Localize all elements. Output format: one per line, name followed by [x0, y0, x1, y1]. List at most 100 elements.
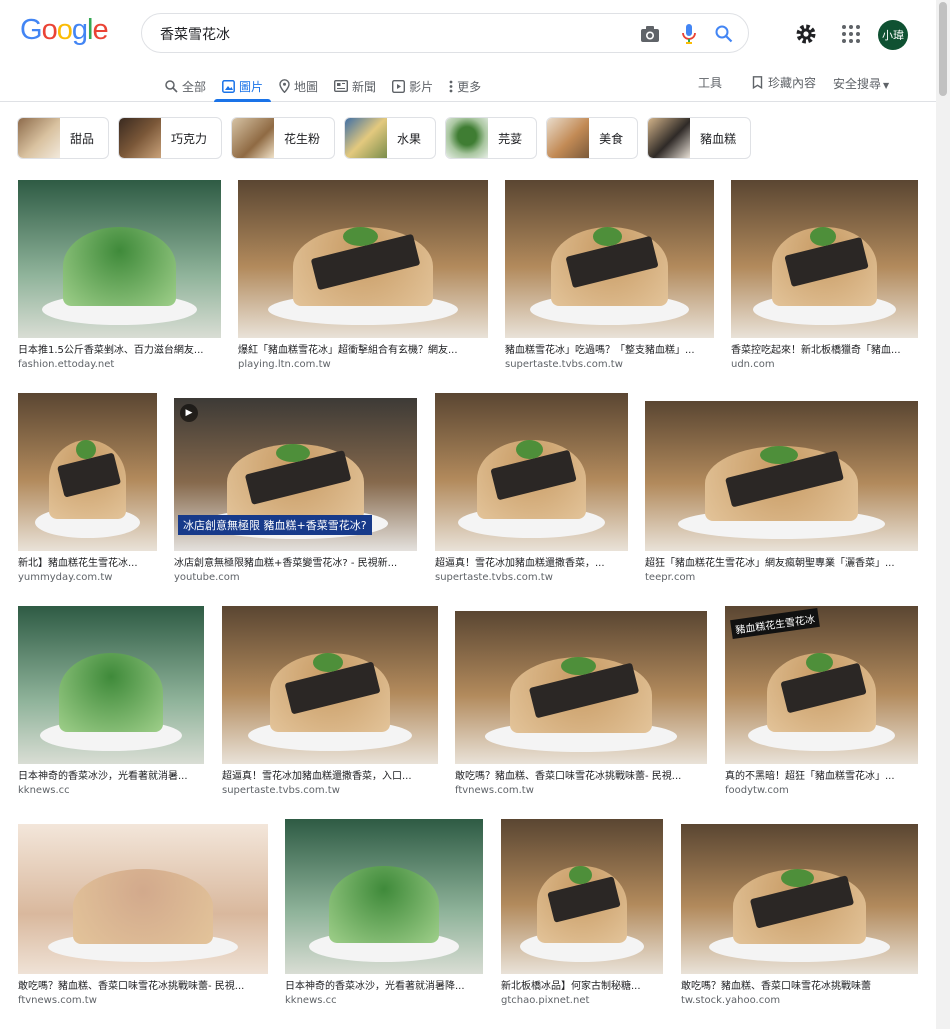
result-thumbnail[interactable] [681, 824, 918, 974]
result-source[interactable]: supertaste.tvbs.com.tw [222, 784, 438, 798]
result-caption[interactable]: 敢吃嗎？豬血糕、香菜口味雪花冰挑戰味蕾- 民視... [455, 770, 707, 784]
safe-search-button[interactable]: 安全搜尋 ▼ [833, 75, 889, 92]
result-thumbnail[interactable] [18, 824, 268, 974]
result-source[interactable]: kknews.cc [285, 994, 483, 1008]
image-result-card[interactable]: 豬血糕雪花冰」吃過嗎？「整支豬血糕」... supertaste.tvbs.com… [505, 180, 714, 372]
result-source[interactable]: supertaste.tvbs.com.tw [505, 358, 714, 372]
result-caption[interactable]: 超狂「豬血糕花生雪花冰」網友瘋朝聖專業「灑香菜」... [645, 557, 918, 571]
image-result-card[interactable]: 日本推1.5公斤香菜剉冰、百力滋台網友... fashion.ettoday.ne… [18, 180, 221, 372]
safe-search-label: 安全搜尋 [833, 77, 882, 91]
image-result-card[interactable]: 新北板橋冰品】何家古制秘糖... gtchao.pixnet.net [501, 819, 663, 1008]
scrollbar-thumb[interactable] [939, 2, 947, 96]
cilantro-leaf-shape [569, 865, 592, 885]
camera-icon[interactable] [639, 23, 661, 45]
result-source[interactable]: yummyday.com.tw [18, 571, 157, 585]
result-source[interactable]: gtchao.pixnet.net [501, 994, 663, 1008]
chip-thumbnail [232, 118, 275, 158]
result-thumbnail[interactable] [18, 393, 157, 551]
search-icon[interactable] [713, 23, 735, 45]
search-input[interactable] [160, 23, 630, 45]
result-caption[interactable]: 超逼真！雪花冰加豬血糕還撒香菜，... [435, 557, 628, 571]
result-thumbnail[interactable] [18, 180, 221, 338]
cilantro-leaf-shape [759, 446, 798, 464]
apps-grid-icon[interactable] [841, 24, 861, 44]
logo-letter: G [20, 14, 43, 46]
settings-gear-icon[interactable] [795, 23, 817, 45]
tab-images[interactable]: 圖片 [214, 70, 272, 102]
chip[interactable]: 水果 [344, 117, 437, 159]
tab-all[interactable]: 全部 [157, 70, 214, 102]
result-caption[interactable]: 日本推1.5公斤香菜剉冰、百力滋台網友... [18, 344, 221, 358]
saved-button[interactable]: 珍藏內容 [752, 74, 816, 91]
result-caption[interactable]: 真的不黑暗！超狂「豬血糕雪花冰」... [725, 770, 918, 784]
chip[interactable]: 巧克力 [118, 117, 223, 159]
result-caption[interactable]: 香菜控吃起來！新北板橋獵奇「豬血... [731, 344, 918, 358]
tab-maps[interactable]: 地圖 [271, 70, 326, 102]
result-thumbnail[interactable] [731, 180, 918, 338]
result-thumbnail[interactable] [285, 819, 483, 974]
result-thumbnail[interactable] [455, 611, 707, 764]
scrollbar[interactable] [936, 0, 950, 1029]
chip-thumbnail [18, 118, 60, 158]
image-result-card[interactable]: 敢吃嗎？豬血糕、香菜口味雪花冰挑戰味蕾- 民視... ftvnews.com.tw [455, 611, 707, 798]
result-thumbnail[interactable]: 冰店創意無極限 豬血糕+香菜雪花冰? ▶ [174, 398, 417, 551]
image-result-card[interactable]: 日本神奇的香菜冰沙，光看著就消暑... kknews.cc [18, 606, 204, 798]
result-source[interactable]: udn.com [731, 358, 918, 372]
chip[interactable]: 花生粉 [231, 117, 336, 159]
result-thumbnail[interactable] [505, 180, 714, 338]
tools-button[interactable]: 工具 [698, 74, 722, 91]
result-source[interactable]: playing.ltn.com.tw [238, 358, 488, 372]
result-caption[interactable]: 新北板橋冰品】何家古制秘糖... [501, 980, 663, 994]
microphone-icon[interactable] [678, 23, 700, 45]
result-thumbnail[interactable] [501, 819, 663, 974]
result-caption[interactable]: 日本神奇的香菜冰沙，光看著就消暑降... [285, 980, 483, 994]
result-thumbnail[interactable] [435, 393, 628, 551]
image-result-card[interactable]: 日本神奇的香菜冰沙，光看著就消暑降... kknews.cc [285, 819, 483, 1008]
result-caption[interactable]: 敢吃嗎？豬血糕、香菜口味雪花冰挑戰味蕾- 民視... [18, 980, 268, 994]
result-source[interactable]: kknews.cc [18, 784, 204, 798]
account-avatar[interactable]: 小瑋 [878, 20, 908, 50]
chip[interactable]: 甜品 [17, 117, 110, 159]
result-thumbnail[interactable]: 豬血糕花生雪花冰 [725, 606, 918, 764]
result-thumbnail[interactable] [18, 606, 204, 764]
result-thumbnail[interactable] [645, 401, 918, 551]
result-source[interactable]: foodytw.com [725, 784, 918, 798]
result-caption[interactable]: 新北】豬血糕花生雪花冰... [18, 557, 157, 571]
result-source[interactable]: fashion.ettoday.net [18, 358, 221, 372]
result-source[interactable]: supertaste.tvbs.com.tw [435, 571, 628, 585]
result-thumbnail[interactable] [238, 180, 488, 338]
image-result-card[interactable]: 豬血糕花生雪花冰真的不黑暗！超狂「豬血糕雪花冰」... foodytw.com [725, 606, 918, 798]
chip-thumbnail [345, 118, 388, 158]
result-caption[interactable]: 爆紅「豬血糕雪花冰」超衝擊組合有玄機？網友... [238, 344, 488, 358]
image-result-card[interactable]: 超狂「豬血糕花生雪花冰」網友瘋朝聖專業「灑香菜」... teepr.com [645, 401, 918, 585]
bookmark-icon [752, 76, 763, 89]
result-caption[interactable]: 冰店創意無極限豬血糕+香菜變雪花冰? - 民視新... [174, 557, 417, 571]
chip[interactable]: 豬血糕 [647, 117, 752, 159]
image-result-card[interactable]: 新北】豬血糕花生雪花冰... yummyday.com.tw [18, 393, 157, 585]
image-result-card[interactable]: 爆紅「豬血糕雪花冰」超衝擊組合有玄機？網友... playing.ltn.com.… [238, 180, 488, 372]
tab-more[interactable]: 更多 [441, 70, 489, 102]
result-caption[interactable]: 日本神奇的香菜冰沙，光看著就消暑... [18, 770, 204, 784]
tab-news[interactable]: 新聞 [326, 70, 384, 102]
image-result-card[interactable]: 超逼真！雪花冰加豬血糕還撒香菜，入口... supertaste.tvbs.com… [222, 606, 438, 798]
result-caption[interactable]: 豬血糕雪花冰」吃過嗎？「整支豬血糕」... [505, 344, 714, 358]
result-source[interactable]: teepr.com [645, 571, 918, 585]
result-source[interactable]: ftvnews.com.tw [455, 784, 707, 798]
chip[interactable]: 芫荽 [445, 117, 538, 159]
image-result-card[interactable]: 敢吃嗎？豬血糕、香菜口味雪花冰挑戰味蕾 tw.stock.yahoo.com [681, 824, 918, 1008]
image-result-card[interactable]: 香菜控吃起來！新北板橋獵奇「豬血... udn.com [731, 180, 918, 372]
chip[interactable]: 美食 [546, 117, 639, 159]
logo-letter: o [41, 14, 58, 46]
tab-videos[interactable]: 影片 [384, 70, 441, 102]
cilantro-leaf-shape [809, 227, 836, 247]
result-caption[interactable]: 超逼真！雪花冰加豬血糕還撒香菜，入口... [222, 770, 438, 784]
image-result-card[interactable]: 超逼真！雪花冰加豬血糕還撒香菜，... supertaste.tvbs.com.t… [435, 393, 628, 585]
result-caption[interactable]: 敢吃嗎？豬血糕、香菜口味雪花冰挑戰味蕾 [681, 980, 918, 994]
result-source[interactable]: youtube.com [174, 571, 417, 585]
google-logo[interactable]: Google [20, 14, 109, 47]
result-source[interactable]: ftvnews.com.tw [18, 994, 268, 1008]
image-result-card[interactable]: 敢吃嗎？豬血糕、香菜口味雪花冰挑戰味蕾- 民視... ftvnews.com.tw [18, 824, 268, 1008]
image-result-card[interactable]: 冰店創意無極限 豬血糕+香菜雪花冰? ▶ 冰店創意無極限豬血糕+香菜變雪花冰? - … [174, 398, 417, 585]
result-source[interactable]: tw.stock.yahoo.com [681, 994, 918, 1008]
result-thumbnail[interactable] [222, 606, 438, 764]
